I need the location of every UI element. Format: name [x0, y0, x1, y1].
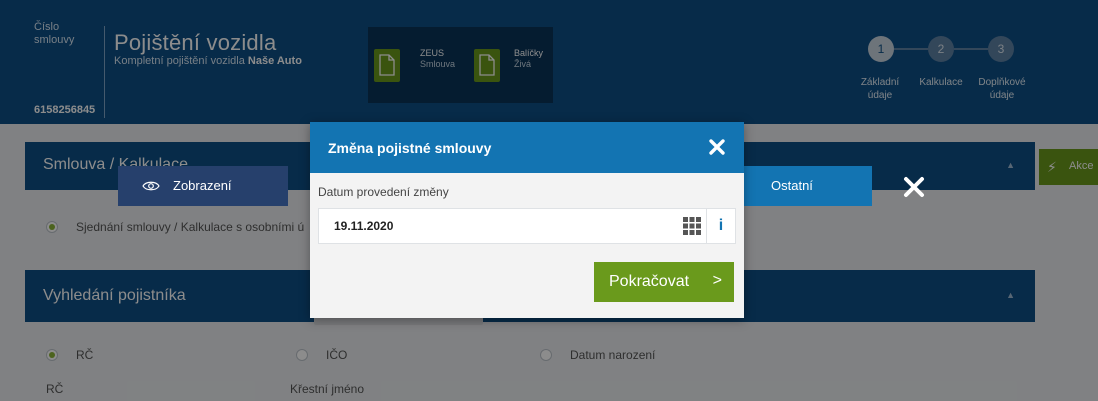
tab-ostatni[interactable]: Ostatní: [744, 166, 872, 206]
continue-button[interactable]: Pokračovat >: [594, 262, 734, 302]
dialog-header: Změna pojistné smlouvy: [310, 122, 744, 173]
info-button[interactable]: i: [707, 208, 736, 244]
tab-label: Zobrazení: [173, 178, 232, 193]
close-icon[interactable]: [903, 176, 925, 198]
continue-label: Pokračovat: [609, 273, 690, 290]
tab-zobrazeni[interactable]: Zobrazení: [118, 166, 288, 206]
dialog-close-icon[interactable]: [706, 136, 728, 158]
tab-label: Ostatní: [771, 178, 813, 193]
calendar-grid-icon[interactable]: [682, 216, 702, 236]
eye-icon: [142, 181, 160, 191]
change-contract-dialog: Změna pojistné smlouvy Datum provedení z…: [310, 122, 744, 318]
chevron-right-icon: >: [712, 272, 722, 289]
date-field-label: Datum provedení změny: [318, 185, 449, 199]
dialog-title: Změna pojistné smlouvy: [328, 140, 492, 156]
change-date-input[interactable]: [318, 208, 707, 244]
